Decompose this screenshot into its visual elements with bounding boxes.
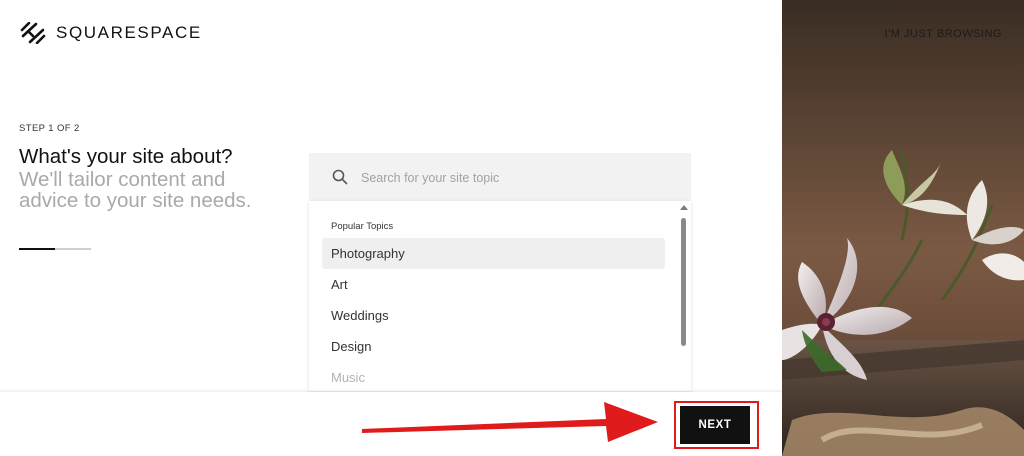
- progress-fill: [19, 248, 55, 250]
- page-subtitle: We'll tailor content and advice to your …: [19, 168, 252, 212]
- browse-link[interactable]: I'M JUST BROWSING: [885, 28, 1002, 40]
- search-input[interactable]: [359, 153, 683, 203]
- squarespace-logo-icon: [20, 22, 46, 44]
- topic-item-design[interactable]: Design: [322, 331, 665, 362]
- scrollbar-thumb[interactable]: [681, 218, 686, 346]
- topic-item-photography[interactable]: Photography: [322, 238, 665, 269]
- brand-name: SQUARESPACE: [56, 23, 202, 42]
- scroll-up-icon[interactable]: [680, 205, 688, 210]
- topics-dropdown: Popular Topics Photography Art Weddings …: [309, 201, 691, 391]
- flower-photo: I'M JUST BROWSING: [782, 0, 1024, 456]
- left-panel: SQUARESPACE STEP 1 OF 2 What's your site…: [0, 0, 782, 456]
- topic-item-music[interactable]: Music: [322, 362, 665, 391]
- step-indicator: STEP 1 OF 2: [19, 123, 80, 134]
- search-icon: [332, 169, 348, 185]
- red-arrow-annotation: [362, 402, 658, 442]
- topic-item-weddings[interactable]: Weddings: [322, 300, 665, 331]
- dropdown-scrollbar[interactable]: [679, 201, 689, 391]
- brand-logo[interactable]: SQUARESPACE: [19, 22, 202, 44]
- search-box: [309, 153, 691, 203]
- topic-item-art[interactable]: Art: [322, 269, 665, 300]
- flower-illustration: [782, 149, 1024, 456]
- page-title: What's your site about?: [19, 145, 233, 168]
- dropdown-header: Popular Topics: [331, 221, 394, 232]
- progress-bar: [19, 248, 91, 250]
- next-button[interactable]: NEXT: [680, 406, 750, 444]
